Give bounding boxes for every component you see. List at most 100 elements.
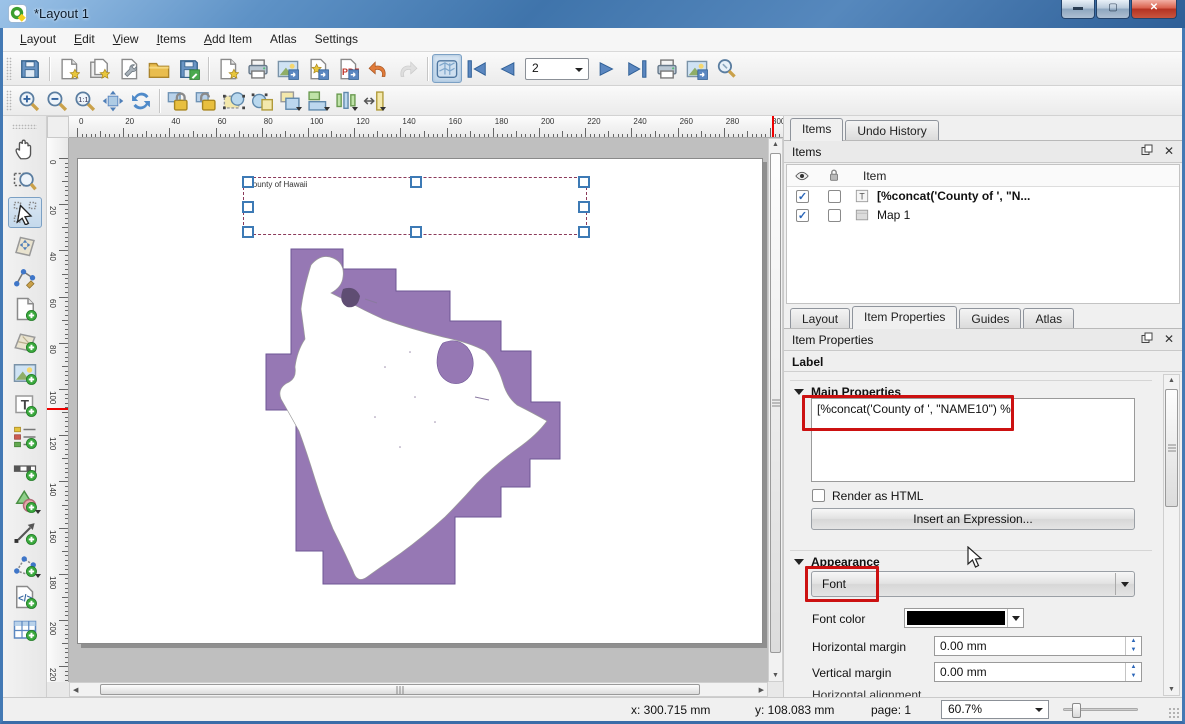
- font-button[interactable]: Font: [811, 571, 1135, 597]
- first-feature-button[interactable]: [462, 54, 492, 83]
- visibility-checkbox[interactable]: ✓: [796, 209, 809, 222]
- canvas-vertical-scrollbar[interactable]: ▲ ▼: [768, 138, 783, 682]
- close-button[interactable]: ✕: [1131, 0, 1177, 19]
- font-color-dropdown-arrow[interactable]: [1007, 609, 1023, 627]
- atlas-feature-combo[interactable]: 2: [525, 58, 589, 80]
- add-map-tool[interactable]: [8, 325, 42, 356]
- add-scalebar-tool[interactable]: [8, 453, 42, 484]
- selection-handle[interactable]: [410, 176, 422, 188]
- last-feature-button[interactable]: [622, 54, 652, 83]
- scroll-right-arrow[interactable]: ▶: [759, 686, 764, 694]
- group-items-button[interactable]: [220, 88, 248, 114]
- refresh-view-button[interactable]: [127, 88, 155, 114]
- distribute-items-menu-button[interactable]: [332, 88, 360, 114]
- vertical-margin-spinbox[interactable]: 0.00 mm ▲▼: [934, 662, 1142, 682]
- scroll-down-arrow[interactable]: ▼: [769, 672, 782, 679]
- add-items-from-template-button[interactable]: [213, 54, 243, 83]
- lock-checkbox[interactable]: [828, 190, 841, 203]
- zoom-slider-knob[interactable]: [1072, 703, 1081, 718]
- zoom-dropdown-arrow[interactable]: [1035, 708, 1043, 712]
- move-item-content-tool[interactable]: [8, 229, 42, 260]
- menu-add-item[interactable]: Add Item: [195, 28, 261, 50]
- add-node-item-tool[interactable]: [8, 549, 42, 580]
- previous-feature-button[interactable]: [492, 54, 522, 83]
- minimize-button[interactable]: ▬: [1061, 0, 1095, 19]
- export-as-image-button[interactable]: [273, 54, 303, 83]
- scroll-up-arrow[interactable]: ▲: [1164, 377, 1179, 384]
- resize-items-menu-button[interactable]: [360, 88, 388, 114]
- main-properties-header[interactable]: Main Properties: [790, 381, 1152, 399]
- vertical-scroll-thumb[interactable]: [770, 153, 781, 653]
- close-panel-icon[interactable]: ✕: [1162, 144, 1176, 158]
- zoom-out-button[interactable]: [43, 88, 71, 114]
- add-arrow-tool[interactable]: [8, 517, 42, 548]
- scroll-left-arrow[interactable]: ◀: [73, 686, 78, 694]
- tab-guides[interactable]: Guides: [959, 308, 1021, 329]
- lock-selected-items-button[interactable]: [164, 88, 192, 114]
- properties-scrollbar[interactable]: ▲ ▼: [1163, 374, 1180, 696]
- add-page-tool[interactable]: [8, 293, 42, 324]
- add-shape-tool[interactable]: [8, 485, 42, 516]
- combo-dropdown-arrow[interactable]: [575, 68, 583, 72]
- add-attribute-table-tool[interactable]: [8, 613, 42, 644]
- zoom-slider[interactable]: [1063, 708, 1138, 711]
- unlock-all-items-button[interactable]: [192, 88, 220, 114]
- export-as-svg-button[interactable]: [303, 54, 333, 83]
- selection-handle[interactable]: [410, 226, 422, 238]
- selection-handle[interactable]: [578, 226, 590, 238]
- font-color-button[interactable]: [904, 608, 1024, 628]
- save-project-button[interactable]: [15, 54, 45, 83]
- add-legend-tool[interactable]: [8, 421, 42, 452]
- selection-handle[interactable]: [578, 201, 590, 213]
- map-item-hawaii[interactable]: [265, 247, 595, 592]
- menu-view[interactable]: View: [104, 28, 148, 50]
- items-list-row[interactable]: ✓Map 1: [787, 206, 1179, 225]
- zoom-tool-tool[interactable]: [8, 165, 42, 196]
- layout-canvas[interactable]: County of Hawaii: [69, 138, 768, 682]
- menu-edit[interactable]: Edit: [65, 28, 104, 50]
- tab-atlas[interactable]: Atlas: [1023, 308, 1074, 329]
- new-layout-button[interactable]: [54, 54, 84, 83]
- add-picture-tool[interactable]: [8, 357, 42, 388]
- menu-settings[interactable]: Settings: [306, 28, 367, 50]
- next-feature-button[interactable]: [592, 54, 622, 83]
- canvas-horizontal-scrollbar[interactable]: ◀ ▶: [69, 682, 768, 697]
- atlas-settings-button[interactable]: [712, 54, 742, 83]
- selection-handle[interactable]: [242, 201, 254, 213]
- render-as-html-row[interactable]: Render as HTML: [812, 489, 923, 503]
- tab-undo-history[interactable]: Undo History: [845, 120, 938, 141]
- save-as-template-button[interactable]: [174, 54, 204, 83]
- align-items-menu-button[interactable]: [304, 88, 332, 114]
- render-as-html-checkbox[interactable]: [812, 489, 825, 502]
- selection-handle[interactable]: [242, 176, 254, 188]
- undo-button[interactable]: [363, 54, 393, 83]
- horizontal-scroll-thumb[interactable]: [100, 684, 700, 695]
- visibility-checkbox[interactable]: ✓: [796, 190, 809, 203]
- preview-atlas-button[interactable]: [432, 54, 462, 83]
- menu-items[interactable]: Items: [148, 28, 195, 50]
- lock-checkbox[interactable]: [828, 209, 841, 222]
- select-move-item-tool[interactable]: [8, 197, 42, 228]
- load-from-template-button[interactable]: [144, 54, 174, 83]
- float-panel-icon[interactable]: [1140, 332, 1154, 346]
- maximize-button[interactable]: ▢: [1096, 0, 1130, 19]
- insert-expression-button[interactable]: Insert an Expression...: [811, 508, 1135, 530]
- label-expression-input[interactable]: [%concat('County of ', "NAME10") %]: [811, 398, 1135, 482]
- edit-nodes-item-tool[interactable]: [8, 261, 42, 292]
- zoom-full-button[interactable]: [99, 88, 127, 114]
- zoom-level-combobox[interactable]: 60.7%: [941, 700, 1049, 719]
- export-as-pdf-button[interactable]: PDF: [333, 54, 363, 83]
- add-label-tool[interactable]: T: [8, 389, 42, 420]
- properties-scroll-thumb[interactable]: [1165, 389, 1178, 507]
- duplicate-layout-button[interactable]: [84, 54, 114, 83]
- selection-handle[interactable]: [242, 226, 254, 238]
- print-atlas-button[interactable]: [652, 54, 682, 83]
- window-resize-grip[interactable]: [1168, 707, 1180, 719]
- horizontal-margin-spinbox[interactable]: 0.00 mm ▲▼: [934, 636, 1142, 656]
- items-list-row[interactable]: ✓T[%concat('County of ', "N...: [787, 187, 1179, 206]
- selection-handle[interactable]: [578, 176, 590, 188]
- menu-layout[interactable]: Layout: [11, 28, 65, 50]
- redo-button[interactable]: [393, 54, 423, 83]
- ungroup-items-button[interactable]: [248, 88, 276, 114]
- print-layout-button[interactable]: [243, 54, 273, 83]
